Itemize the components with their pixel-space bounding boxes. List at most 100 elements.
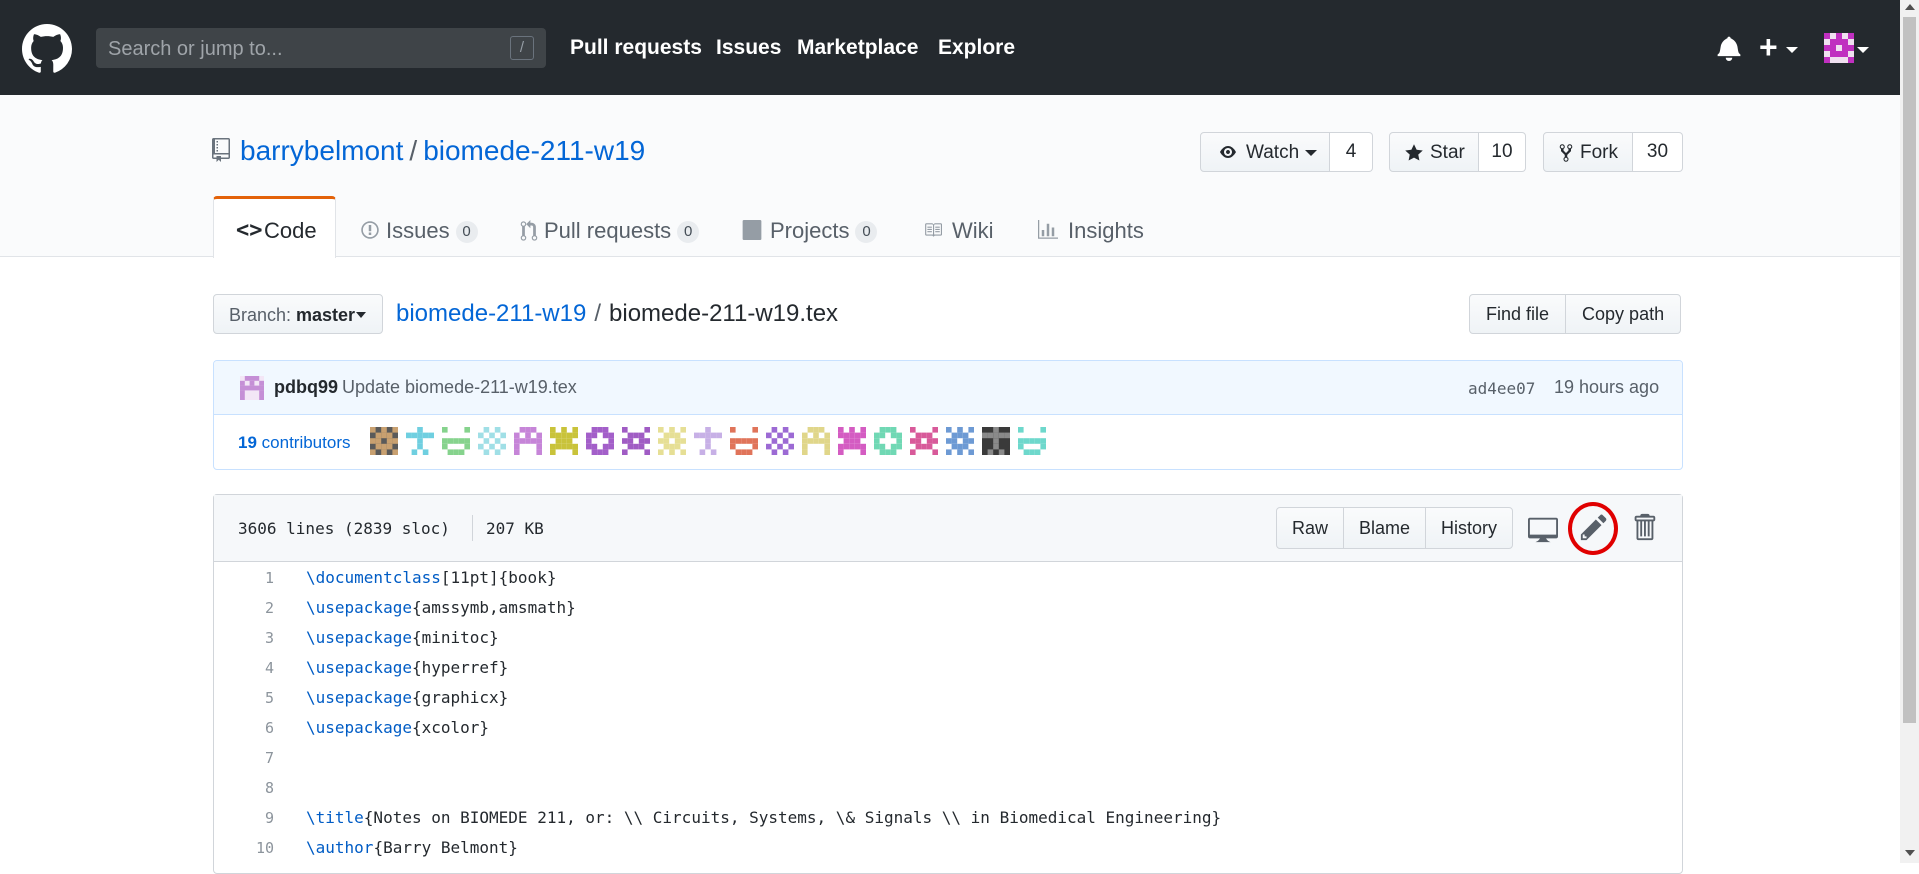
contributor-avatar[interactable]: [370, 427, 398, 455]
line-number[interactable]: 1: [214, 569, 274, 587]
tab-insights[interactable]: Insights: [1038, 196, 1158, 257]
commit-author-avatar[interactable]: [240, 376, 264, 400]
copy-path-button[interactable]: Copy path: [1566, 295, 1680, 333]
contributor-avatar[interactable]: [982, 427, 1010, 455]
scroll-down-arrow-icon[interactable]: [1905, 850, 1915, 856]
user-menu-caret-icon[interactable]: [1857, 47, 1869, 53]
contributor-avatar[interactable]: [586, 427, 614, 455]
tab-issues[interactable]: Issues 0: [358, 196, 478, 257]
github-logo-icon[interactable]: [22, 24, 72, 74]
line-number[interactable]: 3: [214, 629, 274, 647]
latex-command: \usepackage: [306, 628, 412, 647]
tab-pull-requests[interactable]: Pull requests 0: [520, 196, 700, 257]
fork-button[interactable]: Fork: [1543, 132, 1633, 172]
create-new-caret-icon[interactable]: [1786, 47, 1798, 53]
star-count[interactable]: 10: [1479, 132, 1526, 172]
fork-count[interactable]: 30: [1633, 132, 1683, 172]
trash-icon[interactable]: [1629, 512, 1659, 542]
contributor-avatar[interactable]: [802, 427, 830, 455]
contributor-avatar[interactable]: [694, 427, 722, 455]
contributors-label: contributors: [261, 433, 351, 452]
contributor-avatar[interactable]: [874, 427, 902, 455]
tab-projects-label: Projects: [770, 218, 850, 243]
contributor-avatar[interactable]: [838, 427, 866, 455]
search-input[interactable]: Search or jump to... /: [96, 28, 546, 68]
latex-command: \usepackage: [306, 598, 412, 617]
line-number[interactable]: 8: [214, 779, 274, 797]
user-avatar[interactable]: [1824, 33, 1854, 63]
contributor-avatar[interactable]: [514, 427, 542, 455]
nav-explore[interactable]: Explore: [938, 36, 1015, 60]
contributor-avatar[interactable]: [946, 427, 974, 455]
watch-count[interactable]: 4: [1330, 132, 1373, 172]
file-header: 3606 lines (2839 sloc) 207 KB Raw Blame …: [214, 495, 1682, 562]
search-placeholder: Search or jump to...: [108, 38, 283, 60]
latex-argument: {amssymb,amsmath}: [411, 598, 576, 617]
repo-owner-link[interactable]: barrybelmont: [240, 135, 403, 166]
tab-code[interactable]: <> Code: [213, 196, 336, 258]
branch-name: master: [296, 305, 356, 325]
nav-pull-requests[interactable]: Pull requests: [570, 36, 702, 60]
line-number[interactable]: 2: [214, 599, 274, 617]
breadcrumb-repo-link[interactable]: biomede-211-w19: [396, 300, 586, 327]
line-number[interactable]: 6: [214, 719, 274, 737]
latex-command: \usepackage: [306, 688, 412, 707]
star-button[interactable]: Star: [1389, 132, 1479, 172]
history-button[interactable]: History: [1426, 508, 1512, 548]
tab-wiki[interactable]: Wiki: [922, 196, 1002, 257]
latex-argument: {xcolor}: [411, 718, 490, 737]
code-line: 8: [214, 773, 1682, 803]
code-line: 3 \usepackage{minitoc}: [214, 623, 1682, 653]
contributor-avatar[interactable]: [766, 427, 794, 455]
scrollbar-thumb[interactable]: [1903, 17, 1916, 723]
watch-button[interactable]: Watch: [1200, 132, 1330, 172]
contributor-avatar[interactable]: [658, 427, 686, 455]
create-new-plus-icon[interactable]: +: [1759, 29, 1778, 65]
contributor-avatar[interactable]: [1018, 427, 1046, 455]
desktop-icon[interactable]: [1528, 514, 1558, 544]
contributor-avatar[interactable]: [478, 427, 506, 455]
contributor-avatar[interactable]: [406, 427, 434, 455]
latex-command: \documentclass: [306, 568, 441, 587]
branch-select-button[interactable]: Branch: master: [213, 294, 383, 334]
repo-book-icon: [212, 138, 230, 162]
contributor-avatar[interactable]: [550, 427, 578, 455]
blame-button[interactable]: Blame: [1344, 508, 1427, 548]
scroll-up-arrow-icon[interactable]: [1905, 4, 1915, 10]
code-line: 10 \author{Barry Belmont}: [214, 833, 1682, 863]
contributor-avatar[interactable]: [730, 427, 758, 455]
commit-sha-link[interactable]: ad4ee07: [1468, 379, 1535, 398]
contributor-avatar[interactable]: [910, 427, 938, 455]
contributor-avatar[interactable]: [442, 427, 470, 455]
nav-issues[interactable]: Issues: [716, 36, 781, 60]
eye-icon: [1220, 146, 1236, 158]
line-number[interactable]: 5: [214, 689, 274, 707]
notifications-bell-icon[interactable]: [1717, 35, 1741, 61]
branch-caret-icon: [356, 312, 366, 318]
issues-counter: 0: [455, 221, 478, 243]
code-text: \usepackage{xcolor}: [306, 718, 489, 737]
line-number[interactable]: 7: [214, 749, 274, 767]
line-number[interactable]: 10: [214, 839, 274, 857]
code-line: 6 \usepackage{xcolor}: [214, 713, 1682, 743]
fork-label: Fork: [1580, 142, 1618, 163]
line-number[interactable]: 4: [214, 659, 274, 677]
contributors-count: 19: [238, 433, 257, 452]
repo-name-link[interactable]: biomede-211-w19: [423, 135, 645, 166]
find-file-button[interactable]: Find file: [1470, 295, 1567, 333]
tab-projects[interactable]: Projects 0: [740, 196, 880, 257]
book-icon: [925, 223, 942, 237]
file-viewer: 3606 lines (2839 sloc) 207 KB Raw Blame …: [213, 494, 1683, 874]
contributors-link[interactable]: 19 contributors: [238, 433, 350, 453]
commit-author-link[interactable]: pdbq99: [274, 377, 338, 398]
nav-marketplace[interactable]: Marketplace: [797, 36, 918, 60]
star-icon: [1405, 144, 1423, 161]
tab-insights-label: Insights: [1068, 218, 1144, 243]
contributor-avatar[interactable]: [622, 427, 650, 455]
line-number[interactable]: 9: [214, 809, 274, 827]
breadcrumb-file-name: biomede-211-w19.tex: [609, 300, 839, 327]
raw-button[interactable]: Raw: [1277, 508, 1345, 548]
slash-shortcut-hint: /: [510, 36, 534, 60]
code-line: 5 \usepackage{graphicx}: [214, 683, 1682, 713]
commit-message-link[interactable]: Update biomede-211-w19.tex: [342, 377, 577, 398]
